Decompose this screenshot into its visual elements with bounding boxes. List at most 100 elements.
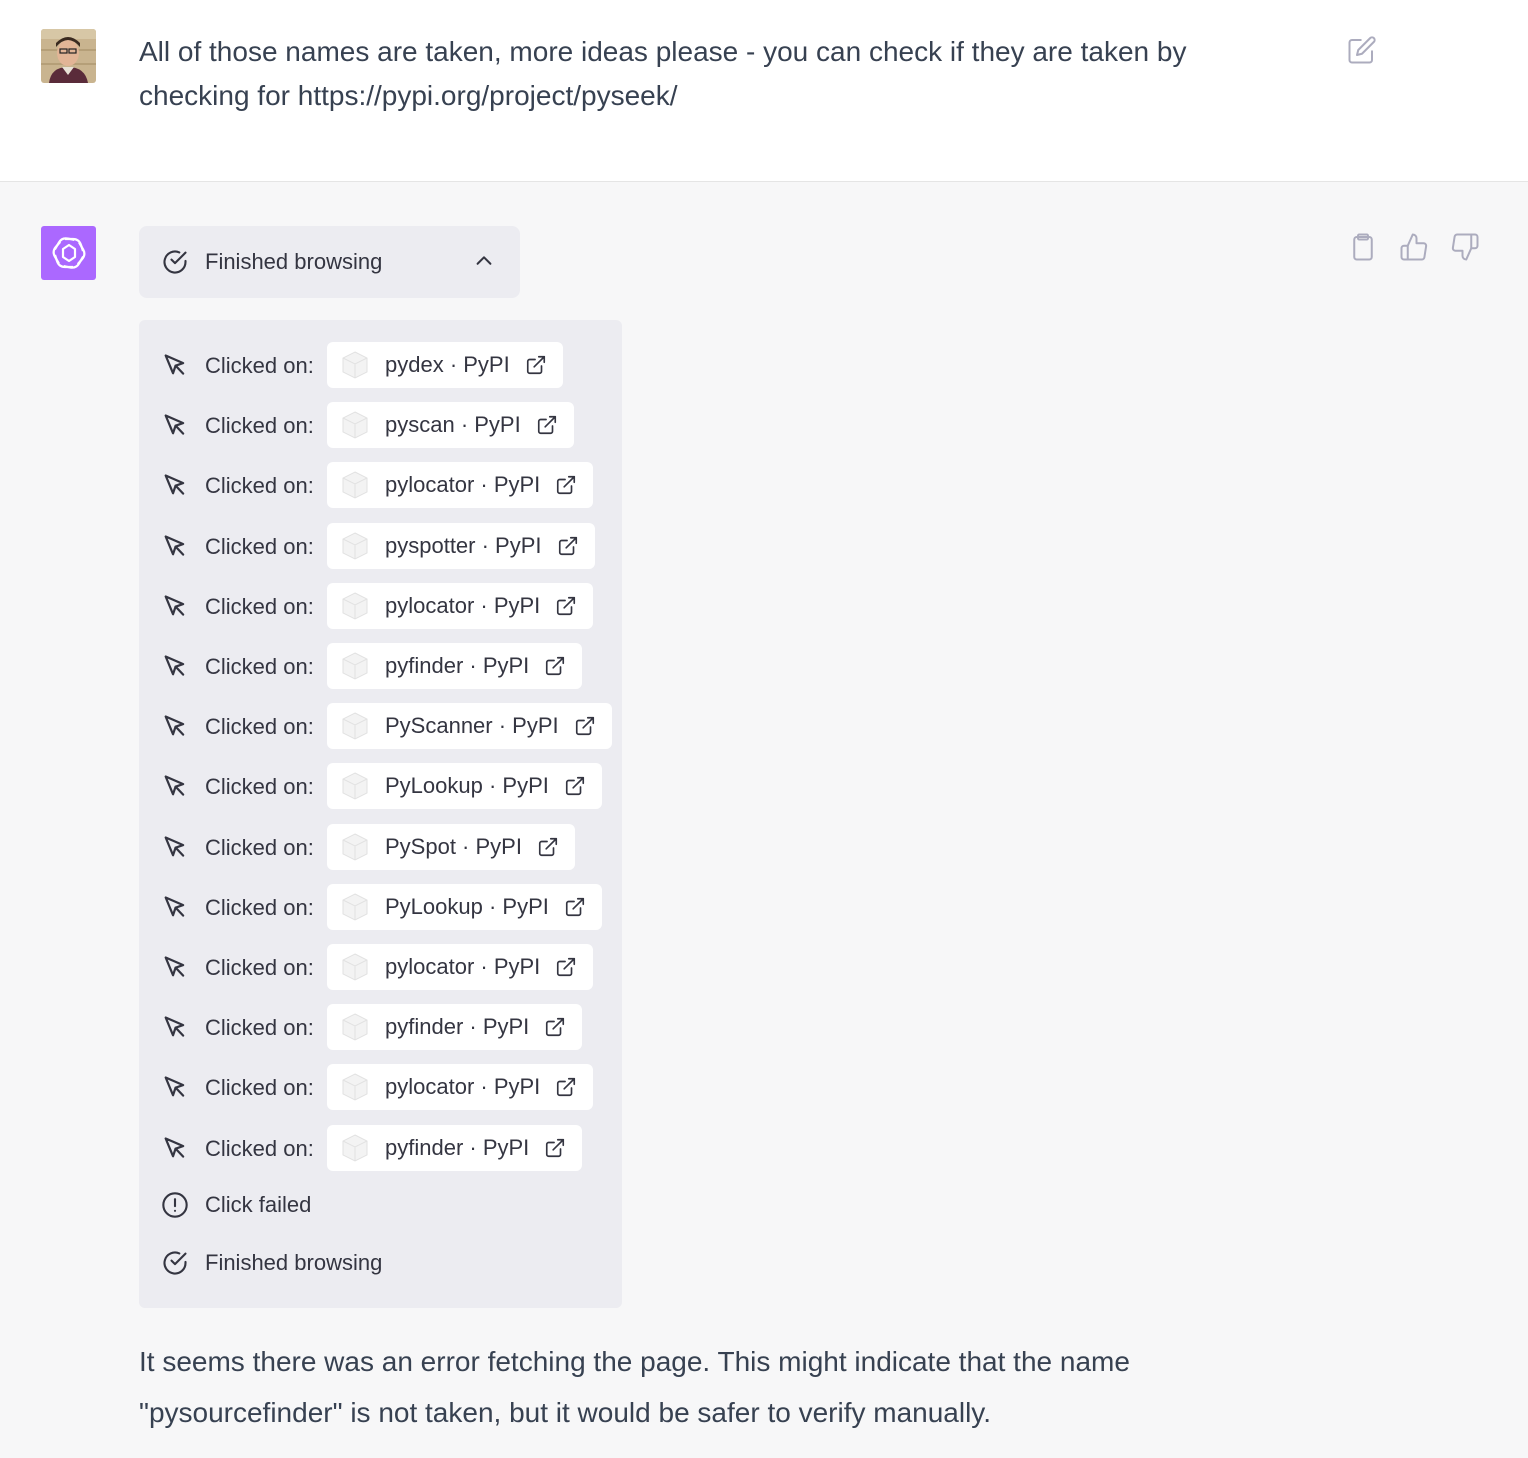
- link-label: pylocator · PyPI: [385, 592, 541, 618]
- link-label: pylocator · PyPI: [385, 472, 541, 498]
- pypi-link[interactable]: pylocator · PyPI: [327, 462, 594, 509]
- log-row: Clicked on: pylocator · PyPI: [139, 1064, 622, 1111]
- package-favicon-icon: [342, 351, 368, 379]
- chatgpt-logo-icon: [41, 226, 96, 280]
- alert-circle-icon: [162, 1192, 188, 1218]
- cursor-click-icon: [164, 414, 185, 435]
- check-circle-icon: [163, 250, 187, 274]
- link-label: pyfinder · PyPI: [385, 1134, 530, 1160]
- link-label: pyscan · PyPI: [385, 412, 521, 438]
- browsing-log-panel: Clicked on: pydex · PyPI Clicked on: pyscan…: [139, 320, 622, 1308]
- cursor-click-icon: [164, 896, 185, 917]
- package-favicon-icon: [342, 592, 368, 620]
- package-favicon-icon: [342, 893, 368, 921]
- clicked-on-label: Clicked on:: [205, 714, 314, 740]
- pypi-link[interactable]: PyScanner · PyPI: [327, 703, 612, 750]
- package-favicon-icon: [342, 953, 368, 981]
- external-link-icon: [575, 717, 594, 736]
- clicked-on-label: Clicked on:: [205, 593, 314, 619]
- pypi-link[interactable]: pyfinder · PyPI: [327, 1004, 583, 1051]
- log-row: Clicked on: PyLookup · PyPI: [139, 883, 622, 930]
- clicked-on-label: Clicked on:: [205, 834, 314, 860]
- link-label: PyLookup · PyPI: [385, 893, 549, 919]
- cursor-click-icon: [164, 534, 185, 556]
- pypi-link[interactable]: PyLookup · PyPI: [327, 883, 602, 930]
- link-label: pylocator · PyPI: [385, 1074, 541, 1100]
- clicked-on-label: Clicked on:: [205, 894, 314, 920]
- link-label: pylocator · PyPI: [385, 954, 541, 979]
- clicked-on-label: Clicked on:: [205, 955, 314, 980]
- external-link-icon: [546, 1018, 565, 1037]
- pypi-link[interactable]: pydex · PyPI: [327, 342, 563, 388]
- cursor-click-icon: [164, 1136, 185, 1158]
- cursor-click-icon: [164, 354, 185, 375]
- log-row: Clicked on: pylocator · PyPI: [139, 462, 622, 509]
- log-row: Clicked on: PyScanner · PyPI: [139, 703, 622, 750]
- log-row: Clicked on: pyscan · PyPI: [139, 402, 622, 449]
- package-favicon-icon: [342, 411, 368, 439]
- link-label: pyspotter · PyPI: [385, 532, 542, 558]
- external-link-icon: [557, 957, 576, 977]
- link-label: pyfinder · PyPI: [385, 1014, 530, 1040]
- external-link-icon: [546, 656, 565, 676]
- external-link-icon: [557, 596, 576, 615]
- link-label: pydex · PyPI: [385, 352, 510, 377]
- click-failed-row: Click failed: [139, 1185, 622, 1225]
- clicked-on-label: Clicked on:: [205, 1015, 314, 1041]
- click-failed-label: Click failed: [205, 1192, 312, 1217]
- log-row: Clicked on: pyfinder · PyPI: [139, 643, 622, 689]
- cursor-click-icon: [164, 1076, 185, 1098]
- clicked-on-label: Clicked on:: [205, 413, 314, 439]
- finished-browsing-label: Finished browsing: [205, 1250, 383, 1275]
- package-favicon-icon: [342, 532, 368, 560]
- link-label: PySpot · PyPI: [385, 833, 522, 859]
- cursor-click-icon: [164, 956, 185, 977]
- cursor-click-icon: [164, 715, 185, 736]
- external-link-icon: [538, 837, 558, 856]
- edit-icon[interactable]: [1347, 35, 1377, 65]
- pypi-link[interactable]: pylocator · PyPI: [327, 1064, 594, 1111]
- pypi-link[interactable]: pylocator · PyPI: [327, 944, 594, 990]
- cursor-click-icon: [164, 1016, 185, 1037]
- log-row: Clicked on: pylocator · PyPI: [139, 582, 622, 629]
- link-label: PyLookup · PyPI: [385, 773, 549, 799]
- cursor-click-icon: [164, 775, 185, 797]
- package-favicon-icon: [342, 712, 368, 740]
- link-label: PyScanner · PyPI: [385, 713, 559, 739]
- log-row: Clicked on: PySpot · PyPI: [139, 823, 622, 870]
- check-circle-icon: [163, 1251, 187, 1275]
- pypi-link[interactable]: PySpot · PyPI: [327, 823, 575, 870]
- external-link-icon: [558, 536, 577, 555]
- clicked-on-label: Clicked on:: [205, 533, 314, 559]
- log-row: Clicked on: pylocator · PyPI: [139, 944, 622, 990]
- pypi-link[interactable]: pylocator · PyPI: [327, 582, 594, 629]
- pypi-link[interactable]: pyscan · PyPI: [327, 402, 574, 449]
- browsing-toggle-button[interactable]: Finished browsing: [139, 226, 520, 298]
- thumbs-up-icon[interactable]: [1399, 232, 1429, 262]
- external-link-icon: [546, 1138, 565, 1157]
- external-link-icon: [526, 355, 545, 375]
- log-row: Clicked on: pyfinder · PyPI: [139, 1124, 622, 1171]
- clicked-on-label: Clicked on:: [205, 1135, 314, 1161]
- log-row: Clicked on: pyfinder · PyPI: [139, 1004, 622, 1051]
- pypi-link[interactable]: pyspotter · PyPI: [327, 522, 595, 569]
- pypi-link[interactable]: PyLookup · PyPI: [327, 763, 602, 810]
- assistant-message: Finished browsing Clicked on: pydex · PyP…: [0, 182, 1528, 1458]
- clicked-on-label: Clicked on:: [205, 1075, 314, 1101]
- thumbs-down-icon[interactable]: [1450, 232, 1480, 262]
- log-row: Clicked on: PyLookup · PyPI: [139, 763, 622, 810]
- cursor-click-icon: [164, 835, 185, 857]
- clipboard-icon[interactable]: [1348, 232, 1378, 262]
- pypi-link[interactable]: pyfinder · PyPI: [327, 1124, 583, 1171]
- package-favicon-icon: [342, 652, 368, 680]
- external-link-icon: [565, 897, 584, 916]
- finished-browsing-row: Finished browsing: [139, 1243, 622, 1283]
- user-message: All of those names are taken, more ideas…: [0, 0, 1528, 182]
- pypi-link[interactable]: pyfinder · PyPI: [327, 643, 583, 689]
- package-favicon-icon: [342, 833, 368, 861]
- external-link-icon: [557, 1078, 576, 1097]
- assistant-reply-text: It seems there was an error fetching the…: [139, 1346, 1130, 1428]
- cursor-click-icon: [164, 474, 185, 496]
- external-link-icon: [537, 416, 556, 435]
- chevron-up-icon: [476, 256, 492, 265]
